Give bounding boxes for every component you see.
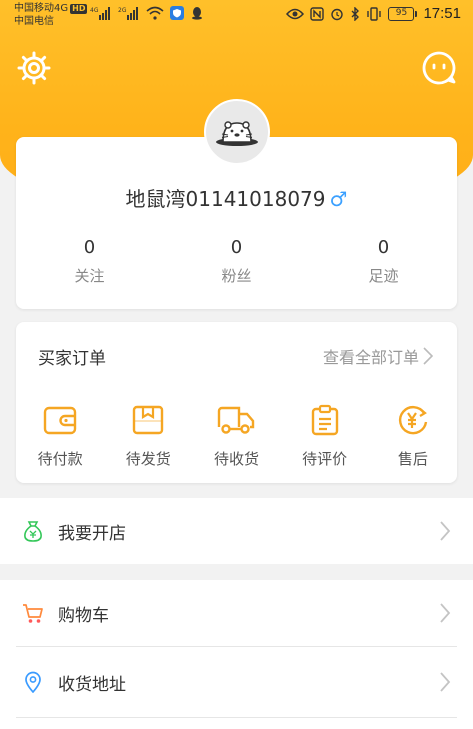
settings-button[interactable] xyxy=(14,48,54,88)
gear-icon xyxy=(17,51,51,85)
chevron-right-icon xyxy=(440,672,451,692)
bluetooth-icon xyxy=(351,6,360,21)
order-pending-payment[interactable]: 待付款 xyxy=(16,402,104,469)
money-bag-icon xyxy=(24,521,42,542)
wallet-icon xyxy=(43,406,77,435)
qq-icon xyxy=(192,7,202,20)
nfc-icon xyxy=(310,6,325,21)
status-right: 95 17:51 xyxy=(286,5,461,22)
menu-open-shop-label: 我要开店 xyxy=(58,523,126,544)
stat-footprint-count: 0 xyxy=(377,237,390,258)
view-all-orders-label: 查看全部订单 xyxy=(322,348,419,367)
network-icons: 4G 2G xyxy=(90,6,204,20)
menu-group-shop: 我要开店 xyxy=(0,498,473,564)
alarm-icon xyxy=(331,8,344,20)
wifi-icon xyxy=(146,6,164,20)
avatar[interactable] xyxy=(204,99,270,165)
order-pending-review-label: 待评价 xyxy=(302,450,348,468)
menu-address-label: 收货地址 xyxy=(58,674,126,695)
carrier-name-2: 中国电信 xyxy=(14,16,54,27)
order-pending-receipt-label: 待收货 xyxy=(213,450,259,468)
order-pending-shipment-label: 待发货 xyxy=(125,450,171,468)
stat-footprint-label: 足迹 xyxy=(368,267,399,285)
orders-title: 买家订单 xyxy=(38,349,106,369)
stat-fans-label: 粉丝 xyxy=(221,267,252,285)
carrier-info: 中国移动4G HD 中国电信 xyxy=(14,2,88,28)
signal-icon-2: 2G xyxy=(118,7,138,20)
chevron-right-icon xyxy=(440,521,451,541)
battery-level: 95 xyxy=(388,6,415,21)
chevron-right-icon xyxy=(440,603,451,623)
divider xyxy=(16,717,457,718)
vibrate-icon xyxy=(367,6,382,21)
order-pending-receipt[interactable]: 待收货 xyxy=(192,402,280,469)
stat-fans-count: 0 xyxy=(230,237,243,258)
menu-cart[interactable]: 购物车 xyxy=(0,580,473,646)
clock: 17:51 xyxy=(423,5,461,22)
menu-cart-label: 购物车 xyxy=(58,605,109,626)
order-pending-review[interactable]: 待评价 xyxy=(281,402,369,469)
stat-footprint[interactable]: 0 足迹 xyxy=(310,235,457,286)
carrier-name-1: 中国移动4G xyxy=(14,3,69,14)
stat-following-count: 0 xyxy=(83,237,96,258)
menu-group-main: 购物车 收货地址 xyxy=(0,580,473,729)
menu-open-shop[interactable]: 我要开店 xyxy=(0,498,473,564)
chevron-right-icon xyxy=(423,347,433,365)
clipboard-icon xyxy=(311,404,338,436)
location-pin-icon xyxy=(25,671,41,693)
status-bar: 中国移动4G HD 中国电信 4G 2G 95 17:51 xyxy=(0,0,473,32)
package-icon xyxy=(133,405,164,435)
order-after-sales-label: 售后 xyxy=(397,450,428,468)
stat-following-label: 关注 xyxy=(74,267,105,285)
divider xyxy=(16,646,457,647)
stat-fans[interactable]: 0 粉丝 xyxy=(163,235,310,286)
svg-text:2G: 2G xyxy=(118,7,127,14)
username: 地鼠湾01141018079 xyxy=(125,187,326,211)
menu-address[interactable]: 收货地址 xyxy=(0,649,473,715)
yen-refund-icon xyxy=(398,406,428,435)
order-status-row: 待付款 待发货 待收货 待评价 售后 xyxy=(16,402,457,469)
order-pending-shipment[interactable]: 待发货 xyxy=(104,402,192,469)
chat-bubble-icon xyxy=(422,51,456,85)
signal-icon: 4G xyxy=(90,7,110,20)
username-row[interactable]: 地鼠湾01141018079 ♂ xyxy=(16,183,457,212)
stat-following[interactable]: 0 关注 xyxy=(16,235,163,286)
shopping-cart-icon xyxy=(23,604,43,623)
hd-badge: HD xyxy=(70,4,88,14)
message-button[interactable] xyxy=(419,48,459,88)
svg-text:4G: 4G xyxy=(90,7,99,14)
gopher-mascot-icon xyxy=(216,121,258,146)
order-pending-payment-label: 待付款 xyxy=(37,450,83,468)
order-after-sales[interactable]: 售后 xyxy=(369,402,457,469)
view-all-orders-link[interactable]: 查看全部订单 xyxy=(323,344,433,368)
profile-stats: 0 关注 0 粉丝 0 足迹 xyxy=(16,235,457,286)
battery-icon: 95 xyxy=(388,6,418,21)
orders-card: 买家订单 查看全部订单 待付款 待发货 待收货 待评价 售后 xyxy=(16,322,457,483)
truck-icon xyxy=(218,406,255,434)
eye-icon xyxy=(286,8,305,19)
shield-app-icon xyxy=(170,6,184,20)
gender-male-icon: ♂ xyxy=(329,187,348,211)
